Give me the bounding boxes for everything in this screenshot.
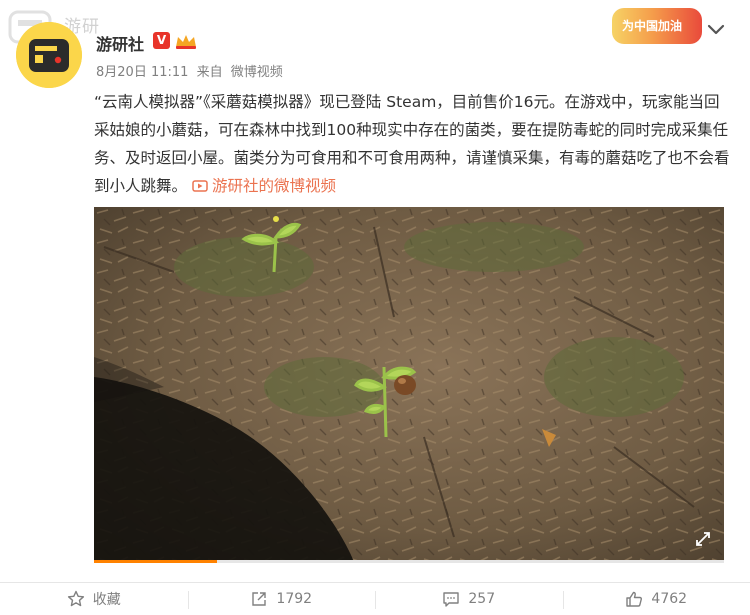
weibo-post-page: 游研 游研社 V 8月20日 11:11 来自 微博视频 为中国加油 “云南人模… <box>0 0 750 615</box>
action-bar: 收藏 1792 257 4762 <box>0 582 750 615</box>
post-text: “云南人模拟器”《采蘑菇模拟器》现已登陆 Steam，目前售价16元。在游戏中，… <box>94 88 734 200</box>
play-icon <box>192 180 208 192</box>
campaign-label: 为中国加油 <box>622 19 683 33</box>
video-player[interactable] <box>94 207 724 562</box>
video-link-label: 游研社的微博视频 <box>211 177 336 195</box>
share-icon <box>252 592 267 606</box>
video-progress-fill <box>94 560 217 563</box>
repost-count: 1792 <box>276 591 313 607</box>
repost-button[interactable]: 1792 <box>187 583 376 615</box>
source-name[interactable]: 微博视频 <box>231 65 283 80</box>
forest-floor-scene <box>94 207 724 562</box>
member-crown-icon[interactable] <box>174 32 198 50</box>
username[interactable]: 游研社 <box>96 31 144 55</box>
video-progress-bar[interactable] <box>94 560 724 563</box>
comment-count: 257 <box>468 591 496 607</box>
thumbs-up-icon <box>626 591 643 607</box>
avatar[interactable] <box>16 22 82 88</box>
post-body: “云南人模拟器”《采蘑菇模拟器》现已登陆 Steam，目前售价16元。在游戏中，… <box>94 93 730 195</box>
favorite-button[interactable]: 收藏 <box>0 583 188 615</box>
post-timestamp[interactable]: 8月20日 11:11 <box>96 65 188 80</box>
post-meta: 8月20日 11:11 来自 微博视频 <box>96 61 287 80</box>
comment-button[interactable]: 257 <box>375 583 563 615</box>
comment-icon <box>443 592 460 607</box>
like-count: 4762 <box>651 591 688 607</box>
campaign-banner[interactable]: 为中国加油 <box>612 8 702 44</box>
source-prefix: 来自 <box>196 65 223 80</box>
chevron-down-icon[interactable] <box>704 20 728 40</box>
favorite-label: 收藏 <box>92 592 121 608</box>
like-button[interactable]: 4762 <box>562 583 750 615</box>
fullscreen-icon[interactable] <box>694 530 712 548</box>
gamepad-logo-icon <box>16 22 82 88</box>
video-link[interactable]: 游研社的微博视频 <box>192 177 336 195</box>
star-icon <box>67 590 84 607</box>
verified-badge: V <box>153 32 170 49</box>
